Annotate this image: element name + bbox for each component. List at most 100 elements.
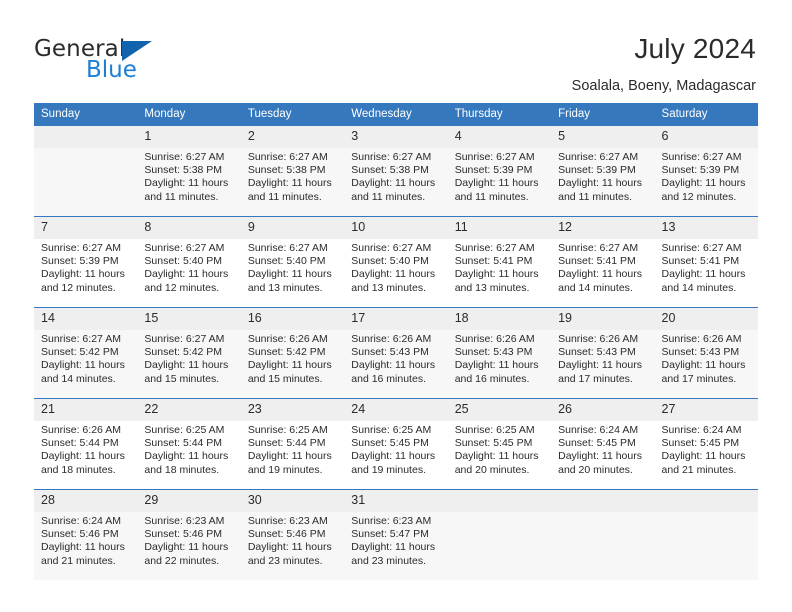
day-number [654,490,758,512]
daylight-text-line2: and 17 minutes. [661,372,737,385]
sunrise-text: Sunrise: 6:26 AM [247,333,328,345]
calendar-day-cell[interactable]: 9 Sunrise: 6:27 AM Sunset: 5:40 PM Daylight… [240,216,345,308]
sunrise-text: Sunrise: 6:27 AM [454,151,535,163]
sunrise-text: Sunrise: 6:27 AM [661,242,742,254]
day-sun-info: Sunrise: 6:26 AM Sunset: 5:43 PM Daylight:… [344,330,447,386]
day-number: 14 [34,308,138,330]
daylight-text-line2: and 23 minutes. [247,554,323,567]
sunset-text: Sunset: 5:44 PM [41,437,119,450]
general-blue-logo[interactable]: General Blue [34,36,214,88]
daylight-text-line1: Daylight: 11 hours [247,541,332,554]
calendar-day-cell[interactable]: 23 Sunrise: 6:25 AM Sunset: 5:44 PM Dayligh… [240,398,345,490]
calendar-day-cell[interactable]: 17 Sunrise: 6:26 AM Sunset: 5:43 PM Dayligh… [344,307,448,399]
daylight-text-line1: Daylight: 11 hours [144,541,229,554]
calendar-day-cell[interactable]: 2 Sunrise: 6:27 AM Sunset: 5:38 PM Daylight… [240,125,345,217]
day-number: 4 [447,126,552,148]
calendar-day-cell[interactable]: 5 Sunrise: 6:27 AM Sunset: 5:39 PM Daylight… [551,125,655,217]
day-number: 24 [344,399,448,421]
calendar-page: General Blue July 2024 Soalala, Boeny, M… [0,0,792,612]
calendar-day-cell[interactable]: 3 Sunrise: 6:27 AM Sunset: 5:38 PM Daylight… [344,125,448,217]
sunrise-text: Sunrise: 6:26 AM [454,333,535,345]
sunset-text: Sunset: 5:41 PM [558,255,636,268]
calendar-day-cell[interactable]: 16 Sunrise: 6:26 AM Sunset: 5:42 PM Dayligh… [240,307,345,399]
daylight-text-line2: and 12 minutes. [661,190,737,203]
daylight-text-line1: Daylight: 11 hours [41,359,125,372]
day-number: 17 [344,308,448,330]
daylight-text-line2: and 16 minutes. [351,372,426,385]
day-number: 11 [447,217,552,239]
calendar-day-cell[interactable]: 21 Sunrise: 6:26 AM Sunset: 5:44 PM Dayligh… [34,398,138,490]
calendar-day-cell[interactable]: 4 Sunrise: 6:27 AM Sunset: 5:39 PM Daylight… [447,125,552,217]
calendar-body: 1 Sunrise: 6:27 AM Sunset: 5:38 PM Daylight… [34,125,758,580]
day-sun-info: Sunrise: 6:27 AM Sunset: 5:38 PM Daylight:… [137,148,240,204]
page-subtitle-location: Soalala, Boeny, Madagascar [571,78,756,94]
sunrise-text: Sunrise: 6:27 AM [144,333,225,345]
sunset-text: Sunset: 5:43 PM [558,346,636,359]
daylight-text-line2: and 11 minutes. [558,190,633,203]
sunrise-text: Sunrise: 6:24 AM [661,424,742,436]
day-sun-info: Sunrise: 6:27 AM Sunset: 5:39 PM Daylight:… [448,148,551,204]
calendar-day-cell[interactable]: 12 Sunrise: 6:27 AM Sunset: 5:41 PM Dayligh… [551,216,655,308]
calendar-day-cell-empty [654,489,758,580]
day-sun-info: Sunrise: 6:23 AM Sunset: 5:46 PM Daylight:… [241,512,344,568]
sunset-text: Sunset: 5:46 PM [41,528,119,541]
calendar-day-cell[interactable]: 30 Sunrise: 6:23 AM Sunset: 5:46 PM Dayligh… [240,489,345,580]
calendar-day-cell[interactable]: 29 Sunrise: 6:23 AM Sunset: 5:46 PM Dayligh… [137,489,241,580]
calendar-day-cell[interactable]: 6 Sunrise: 6:27 AM Sunset: 5:39 PM Daylight… [654,125,758,217]
day-number [34,126,138,148]
weekday-header-row: Sunday Monday Tuesday Wednesday Thursday… [34,103,758,126]
calendar-day-cell[interactable]: 8 Sunrise: 6:27 AM Sunset: 5:40 PM Daylight… [137,216,241,308]
sunset-text: Sunset: 5:43 PM [661,346,740,359]
calendar-day-cell[interactable]: 25 Sunrise: 6:25 AM Sunset: 5:45 PM Dayligh… [447,398,552,490]
sunrise-text: Sunrise: 6:25 AM [144,424,225,436]
sunset-text: Sunset: 5:42 PM [41,346,119,359]
calendar-day-cell[interactable]: 31 Sunrise: 6:23 AM Sunset: 5:47 PM Dayligh… [344,489,448,580]
calendar-weekday-header: Sunday Monday Tuesday Wednesday Thursday… [34,103,758,126]
calendar-week-row: 28 Sunrise: 6:24 AM Sunset: 5:46 PM Dayligh… [34,489,758,580]
day-sun-info: Sunrise: 6:25 AM Sunset: 5:45 PM Daylight:… [448,421,551,477]
day-sun-info: Sunrise: 6:23 AM Sunset: 5:47 PM Daylight:… [344,512,447,568]
calendar-day-cell[interactable]: 18 Sunrise: 6:26 AM Sunset: 5:43 PM Dayligh… [447,307,552,399]
calendar-day-cell[interactable]: 13 Sunrise: 6:27 AM Sunset: 5:41 PM Dayligh… [654,216,758,308]
day-sun-info: Sunrise: 6:24 AM Sunset: 5:45 PM Daylight:… [551,421,654,477]
day-number: 18 [447,308,552,330]
calendar-week-row: 7 Sunrise: 6:27 AM Sunset: 5:39 PM Daylight… [34,216,758,308]
calendar-day-cell[interactable]: 27 Sunrise: 6:24 AM Sunset: 5:45 PM Dayligh… [654,398,758,490]
daylight-text-line1: Daylight: 11 hours [661,450,746,463]
daylight-text-line1: Daylight: 11 hours [144,359,229,372]
calendar-day-cell[interactable]: 14 Sunrise: 6:27 AM Sunset: 5:42 PM Dayligh… [34,307,138,399]
day-sun-info: Sunrise: 6:26 AM Sunset: 5:43 PM Daylight:… [448,330,551,386]
calendar-day-cell[interactable]: 1 Sunrise: 6:27 AM Sunset: 5:38 PM Daylight… [137,125,241,217]
daylight-text-line1: Daylight: 11 hours [247,450,332,463]
day-number: 29 [137,490,241,512]
sunrise-text: Sunrise: 6:23 AM [247,515,328,527]
calendar-day-cell[interactable]: 11 Sunrise: 6:27 AM Sunset: 5:41 PM Dayligh… [447,216,552,308]
day-number: 7 [34,217,138,239]
daylight-text-line1: Daylight: 11 hours [661,268,746,281]
calendar-day-cell[interactable]: 26 Sunrise: 6:24 AM Sunset: 5:45 PM Dayligh… [551,398,655,490]
daylight-text-line1: Daylight: 11 hours [247,359,332,372]
weekday-header-friday: Friday [551,103,655,126]
day-sun-info: Sunrise: 6:27 AM Sunset: 5:38 PM Daylight:… [241,148,344,204]
weekday-header-wednesday: Wednesday [344,103,448,126]
calendar-day-cell[interactable]: 10 Sunrise: 6:27 AM Sunset: 5:40 PM Dayligh… [344,216,448,308]
calendar-table: Sunday Monday Tuesday Wednesday Thursday… [34,103,758,580]
weekday-header-thursday: Thursday [447,103,552,126]
day-number: 15 [137,308,241,330]
sunrise-text: Sunrise: 6:27 AM [351,242,432,254]
day-number: 23 [240,399,345,421]
calendar-day-cell[interactable]: 20 Sunrise: 6:26 AM Sunset: 5:43 PM Dayligh… [654,307,758,399]
calendar-day-cell[interactable]: 7 Sunrise: 6:27 AM Sunset: 5:39 PM Daylight… [34,216,138,308]
calendar-day-cell[interactable]: 22 Sunrise: 6:25 AM Sunset: 5:44 PM Dayligh… [137,398,241,490]
calendar-day-cell-empty [447,489,552,580]
calendar-day-cell[interactable]: 28 Sunrise: 6:24 AM Sunset: 5:46 PM Dayligh… [34,489,138,580]
daylight-text-line1: Daylight: 11 hours [661,359,746,372]
calendar-week-row: 14 Sunrise: 6:27 AM Sunset: 5:42 PM Dayligh… [34,307,758,399]
sunset-text: Sunset: 5:38 PM [247,164,326,177]
calendar-day-cell[interactable]: 15 Sunrise: 6:27 AM Sunset: 5:42 PM Dayligh… [137,307,241,399]
sunset-text: Sunset: 5:47 PM [351,528,429,541]
calendar-day-cell[interactable]: 19 Sunrise: 6:26 AM Sunset: 5:43 PM Dayligh… [551,307,655,399]
day-number: 3 [344,126,448,148]
calendar-day-cell[interactable]: 24 Sunrise: 6:25 AM Sunset: 5:45 PM Dayligh… [344,398,448,490]
day-number: 9 [240,217,345,239]
